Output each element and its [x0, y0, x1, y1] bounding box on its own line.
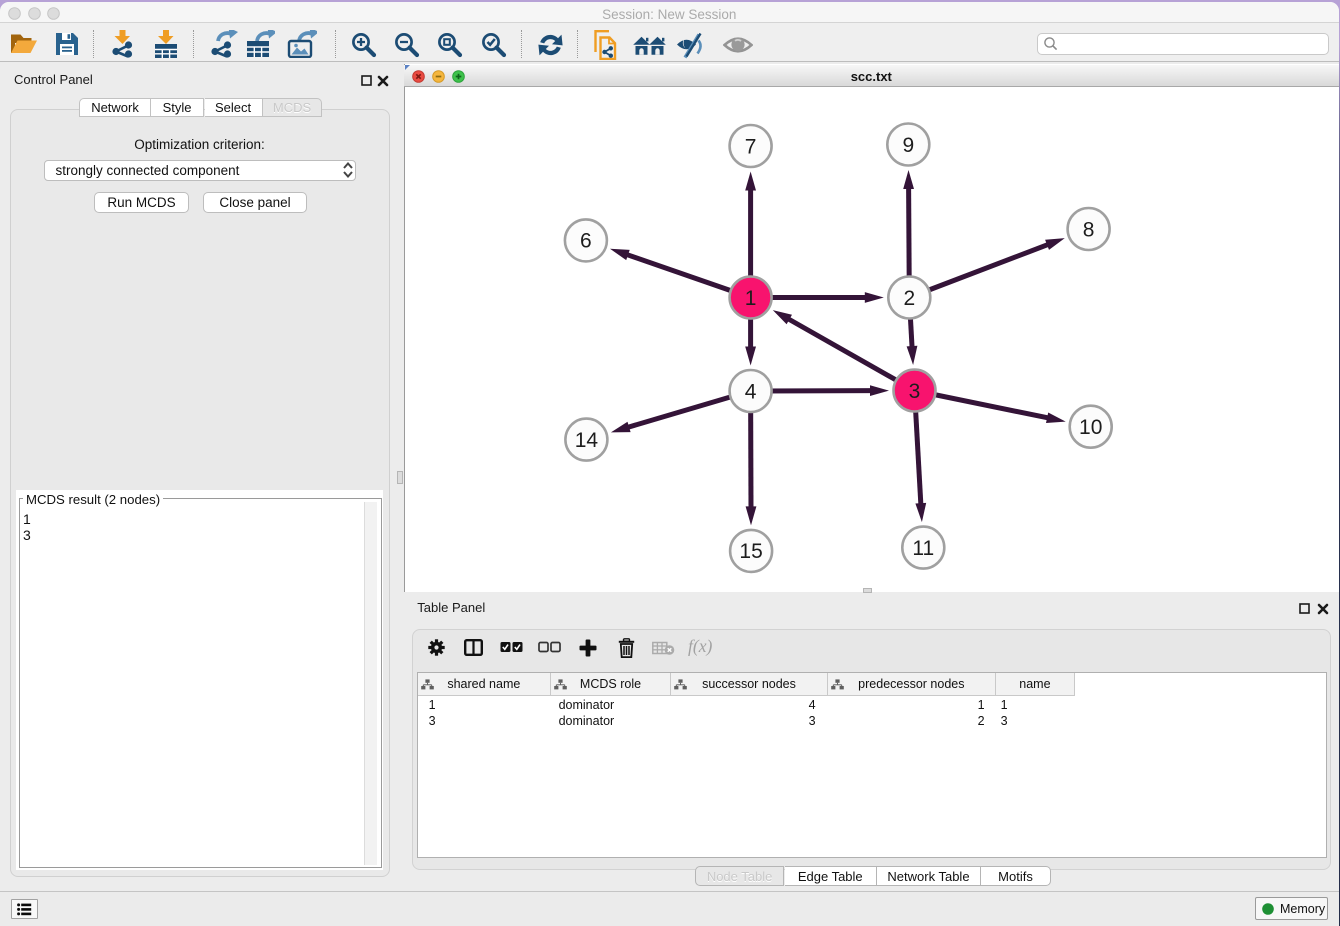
svg-text:8: 8: [1083, 218, 1095, 241]
svg-text:2: 2: [903, 287, 915, 310]
svg-text:1: 1: [745, 287, 757, 310]
svg-text:3: 3: [909, 380, 921, 403]
svg-text:7: 7: [745, 135, 757, 158]
svg-text:9: 9: [902, 134, 914, 157]
svg-text:10: 10: [1079, 416, 1102, 439]
svg-text:6: 6: [580, 230, 592, 253]
svg-text:11: 11: [912, 537, 934, 560]
svg-text:15: 15: [739, 540, 762, 563]
svg-text:14: 14: [575, 429, 599, 452]
svg-text:4: 4: [745, 380, 757, 403]
